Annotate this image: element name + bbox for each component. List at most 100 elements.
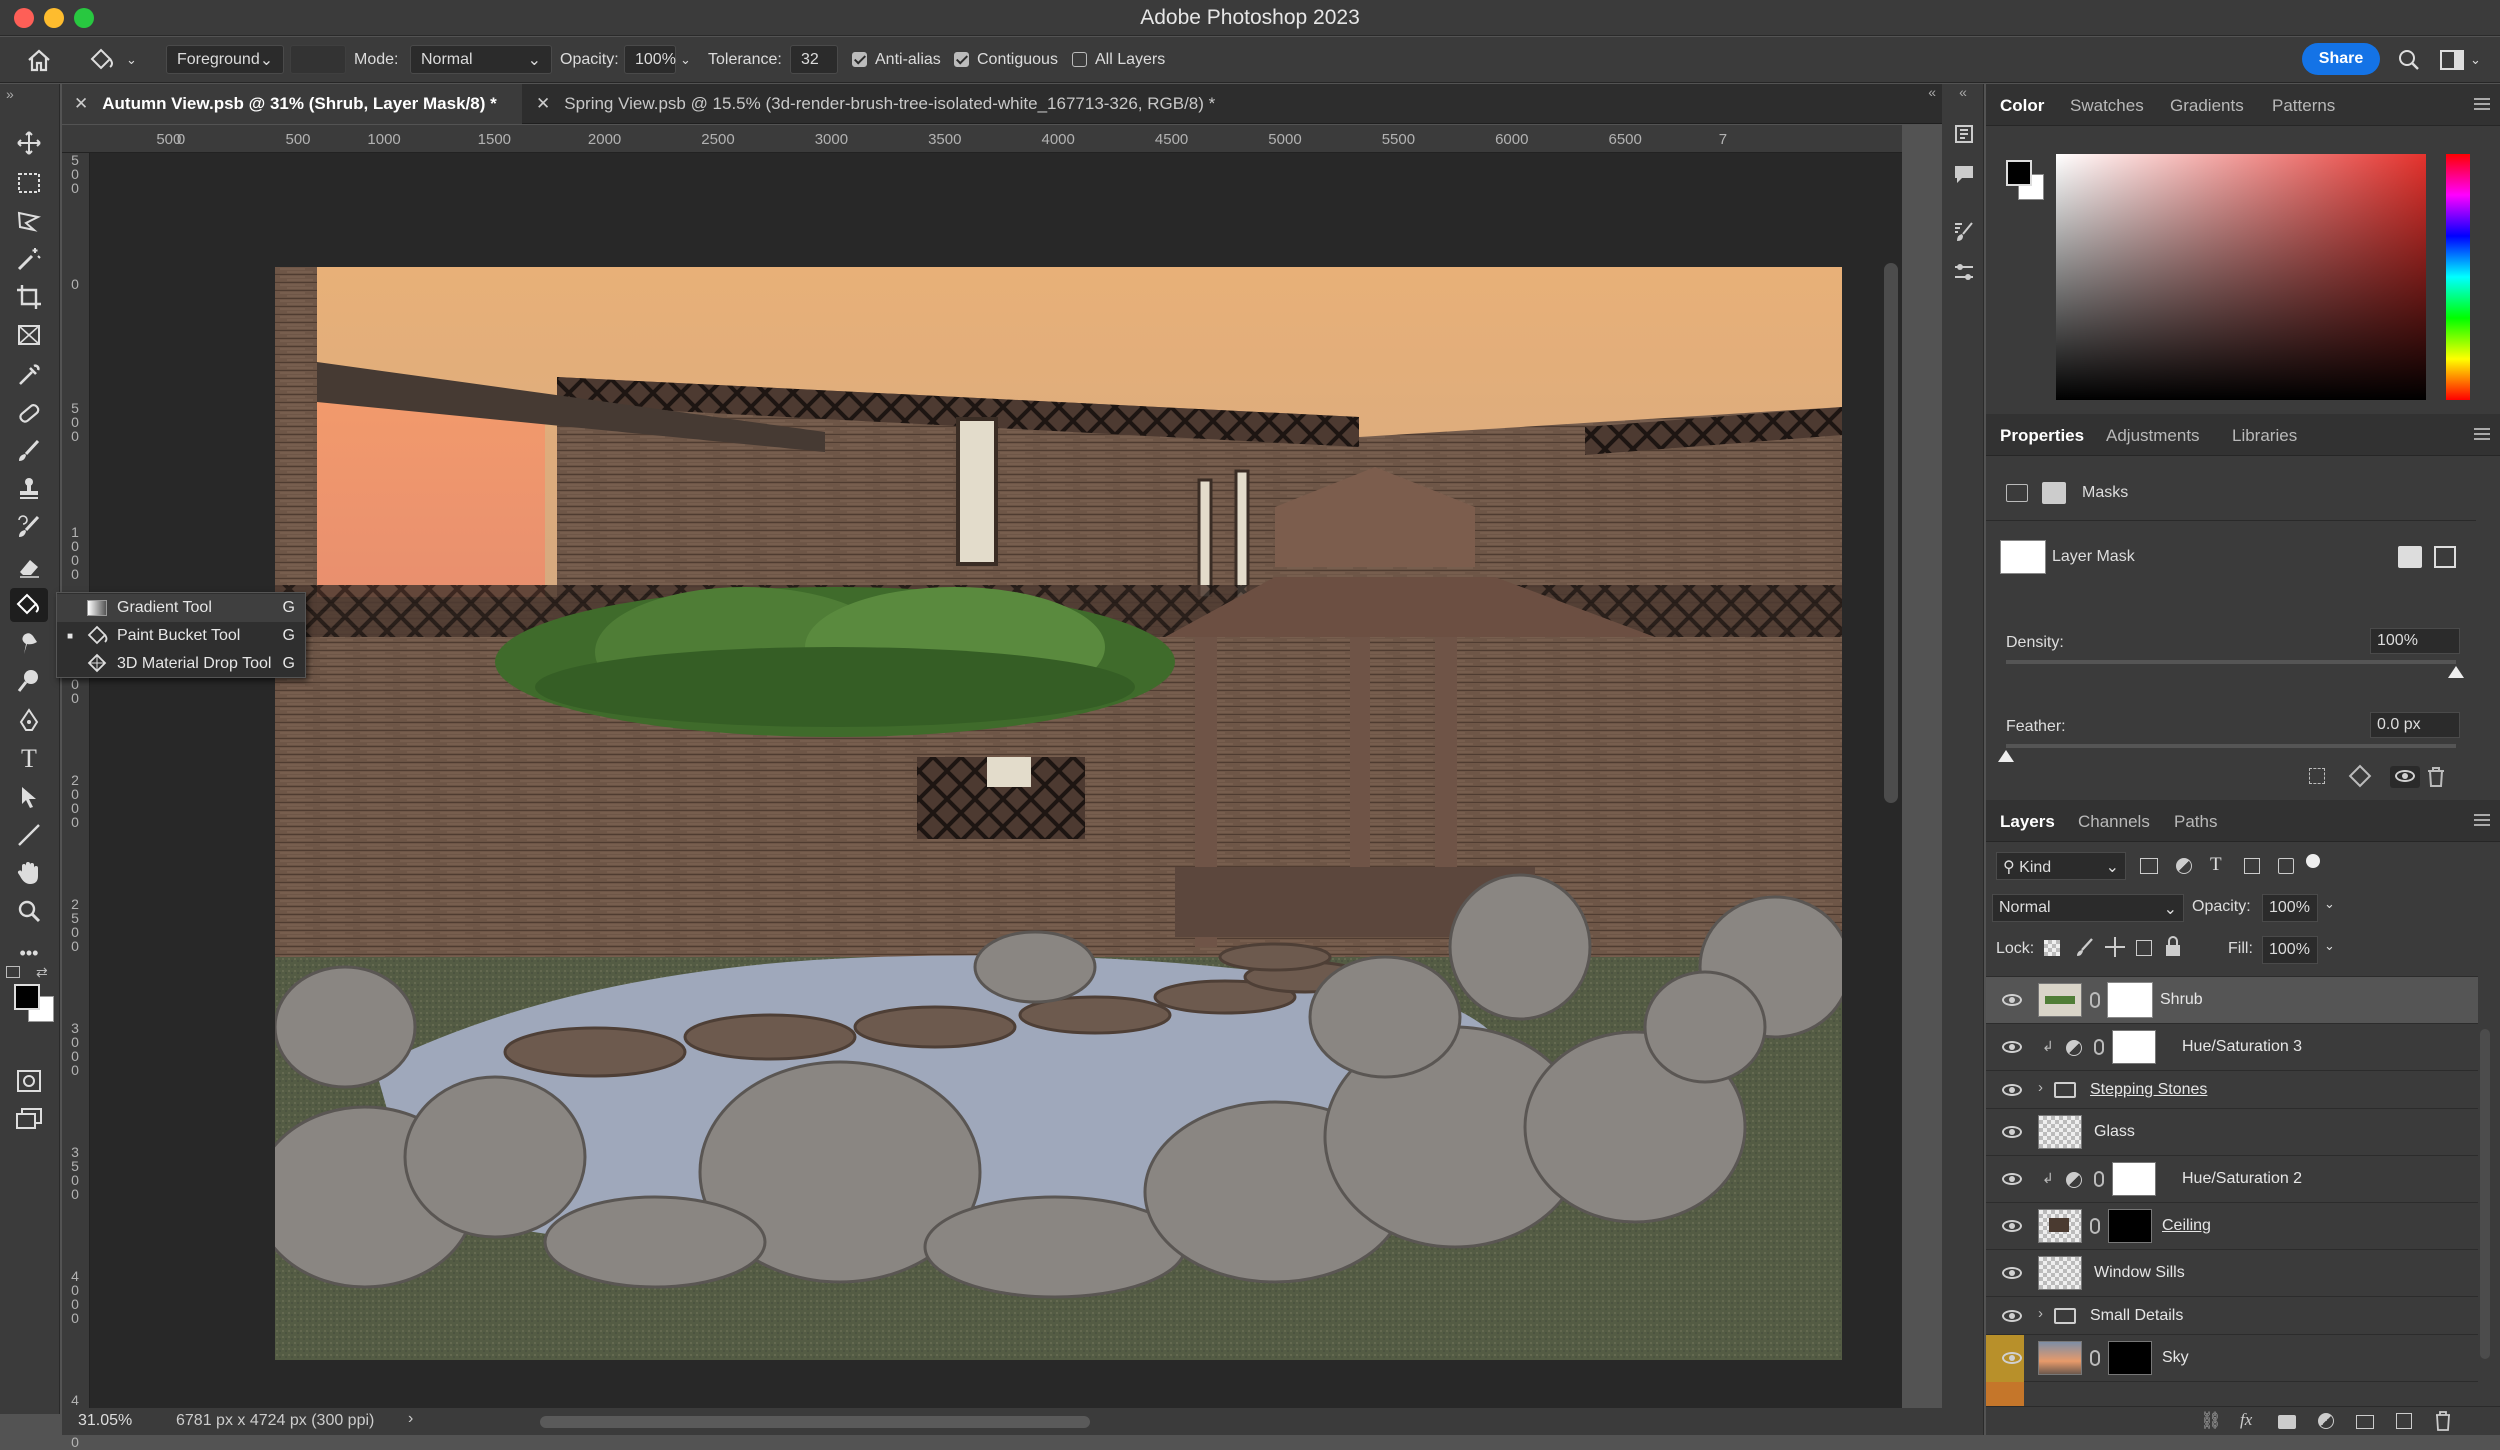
expand-panels-icon[interactable]: « <box>1942 84 1984 100</box>
document-info[interactable]: 6781 px x 4724 px (300 ppi) <box>176 1412 374 1430</box>
lock-all-icon[interactable] <box>2164 936 2182 958</box>
eraser-tool[interactable] <box>10 550 48 584</box>
foreground-color-swatch[interactable] <box>14 984 40 1010</box>
visibility-eye-icon[interactable] <box>2002 994 2022 1006</box>
lock-position-icon[interactable] <box>2104 936 2126 958</box>
quick-mask-button[interactable] <box>10 1064 48 1098</box>
new-group-icon[interactable] <box>2356 1415 2374 1429</box>
tab-autumn-view[interactable]: ✕ Autumn View.psb @ 31% (Shrub, Layer Ma… <box>62 84 522 124</box>
vector-mask-icon[interactable] <box>2042 482 2066 504</box>
document-canvas[interactable] <box>275 267 1842 1360</box>
layer-shrub[interactable]: Shrub <box>1986 977 2478 1024</box>
collapse-panels-icon[interactable]: « <box>1928 84 1936 100</box>
adjustments-sliders-icon[interactable] <box>1952 260 1976 284</box>
tab-paths[interactable]: Paths <box>2174 812 2217 832</box>
delete-layer-icon[interactable] <box>2434 1411 2452 1431</box>
link-icon[interactable] <box>2094 1039 2104 1055</box>
tab-layers[interactable]: Layers <box>2000 812 2055 832</box>
type-tool[interactable]: T <box>10 742 48 776</box>
tab-properties[interactable]: Properties <box>2000 426 2084 446</box>
chevron-right-icon[interactable]: › <box>408 1410 413 1428</box>
visibility-eye-icon[interactable] <box>2002 1220 2022 1232</box>
fill-input[interactable]: 100% <box>2262 936 2318 964</box>
screen-mode-button[interactable] <box>10 1102 48 1136</box>
pen-tool[interactable] <box>10 704 48 738</box>
tab-color[interactable]: Color <box>2000 96 2044 116</box>
smudge-tool[interactable] <box>10 626 48 660</box>
tab-swatches[interactable]: Swatches <box>2070 96 2144 116</box>
mode-dropdown[interactable]: Normal ⌄ <box>410 45 552 74</box>
comments-icon[interactable] <box>1952 162 1976 186</box>
visibility-eye-icon[interactable] <box>2002 1041 2022 1053</box>
new-layer-icon[interactable] <box>2396 1413 2412 1429</box>
close-tab-icon[interactable]: ✕ <box>536 94 550 114</box>
apply-mask-icon[interactable] <box>2348 764 2372 788</box>
brush-tool[interactable] <box>10 434 48 468</box>
tab-channels[interactable]: Channels <box>2078 812 2150 832</box>
pixel-mask-icon[interactable] <box>2006 484 2028 502</box>
tab-patterns[interactable]: Patterns <box>2272 96 2335 116</box>
new-adjustment-layer-icon[interactable] <box>2318 1413 2334 1429</box>
marquee-tool[interactable] <box>10 166 48 200</box>
zoom-tool[interactable] <box>10 894 48 928</box>
visibility-eye-icon[interactable] <box>2002 1352 2022 1364</box>
path-selection-tool[interactable] <box>10 780 48 814</box>
antialias-checkbox[interactable]: Anti-alias <box>852 45 941 74</box>
hue-slider[interactable] <box>2446 154 2470 400</box>
chevron-down-icon[interactable]: ⌄ <box>2324 896 2335 912</box>
link-icon[interactable] <box>2090 992 2100 1008</box>
tab-libraries[interactable]: Libraries <box>2232 426 2297 446</box>
share-button[interactable]: Share <box>2302 43 2380 75</box>
chevron-right-icon[interactable]: › <box>2038 1305 2043 1322</box>
layer-ceiling[interactable]: Ceiling <box>1986 1203 2478 1250</box>
filter-adjustment-icon[interactable] <box>2176 858 2192 874</box>
clone-stamp-tool[interactable] <box>10 472 48 506</box>
swap-colors-icon[interactable]: ⇄ <box>36 964 48 981</box>
link-icon[interactable] <box>2094 1171 2104 1187</box>
foreground-color-swatch[interactable] <box>2006 160 2032 186</box>
visibility-eye-icon[interactable] <box>2002 1267 2022 1279</box>
layer-hue-saturation-3[interactable]: ↲ Hue/Saturation 3 <box>1986 1024 2478 1071</box>
filter-smart-object-icon[interactable] <box>2278 858 2294 874</box>
opacity-chevron-icon[interactable]: ⌄ <box>680 45 691 74</box>
mask-to-selection-icon[interactable] <box>2309 768 2325 784</box>
link-icon[interactable] <box>2090 1350 2100 1366</box>
panel-menu-icon[interactable] <box>2474 428 2490 440</box>
add-pixel-mask-icon[interactable] <box>2398 546 2422 568</box>
link-icon[interactable] <box>2090 1218 2100 1234</box>
tool-preset-picker[interactable]: ⌄ <box>88 45 142 74</box>
layers-scrollbar[interactable] <box>2480 1029 2490 1359</box>
tab-spring-view[interactable]: ✕ Spring View.psb @ 15.5% (3d-render-bru… <box>524 84 1424 124</box>
toggle-mask-button[interactable] <box>2390 766 2420 788</box>
zoom-level[interactable]: 31.05% <box>78 1412 132 1430</box>
fx-icon[interactable]: fx <box>2240 1410 2252 1430</box>
menu-item-paint-bucket-tool[interactable]: ■ Paint Bucket Tool G <box>57 622 305 650</box>
lasso-tool[interactable] <box>10 204 48 238</box>
layer-group-stepping-stones[interactable]: › Stepping Stones <box>1986 1071 2478 1109</box>
horizontal-scrollbar[interactable] <box>540 1416 1090 1428</box>
layer-group-small-details[interactable]: › Small Details <box>1986 1297 2478 1335</box>
tab-gradients[interactable]: Gradients <box>2170 96 2244 116</box>
blend-mode-dropdown[interactable]: Normal ⌄ <box>1992 894 2184 922</box>
all-layers-checkbox[interactable]: All Layers <box>1072 45 1165 74</box>
move-tool[interactable] <box>10 126 48 160</box>
frame-tool[interactable] <box>10 318 48 352</box>
layer-opacity-input[interactable]: 100% <box>2262 894 2318 922</box>
opacity-input[interactable]: 100% <box>624 45 676 74</box>
hand-tool[interactable] <box>10 856 48 890</box>
lock-artboard-icon[interactable] <box>2136 940 2152 956</box>
layer-window-sills[interactable]: Window Sills <box>1986 1250 2478 1297</box>
color-field[interactable] <box>2056 154 2426 400</box>
filter-type-icon[interactable]: T <box>2210 854 2222 876</box>
visibility-eye-icon[interactable] <box>2002 1173 2022 1185</box>
crop-tool[interactable] <box>10 280 48 314</box>
healing-brush-tool[interactable] <box>10 396 48 430</box>
close-tab-icon[interactable]: ✕ <box>74 94 88 114</box>
collapse-panel-icon[interactable]: » <box>6 86 14 102</box>
lock-transparent-icon[interactable] <box>2044 940 2060 956</box>
visibility-eye-icon[interactable] <box>2002 1084 2022 1096</box>
fill-source-dropdown[interactable]: Foreground ⌄ <box>166 45 284 74</box>
panel-menu-icon[interactable] <box>2474 814 2490 826</box>
search-button[interactable] <box>2398 45 2420 74</box>
magic-wand-tool[interactable] <box>10 242 48 276</box>
